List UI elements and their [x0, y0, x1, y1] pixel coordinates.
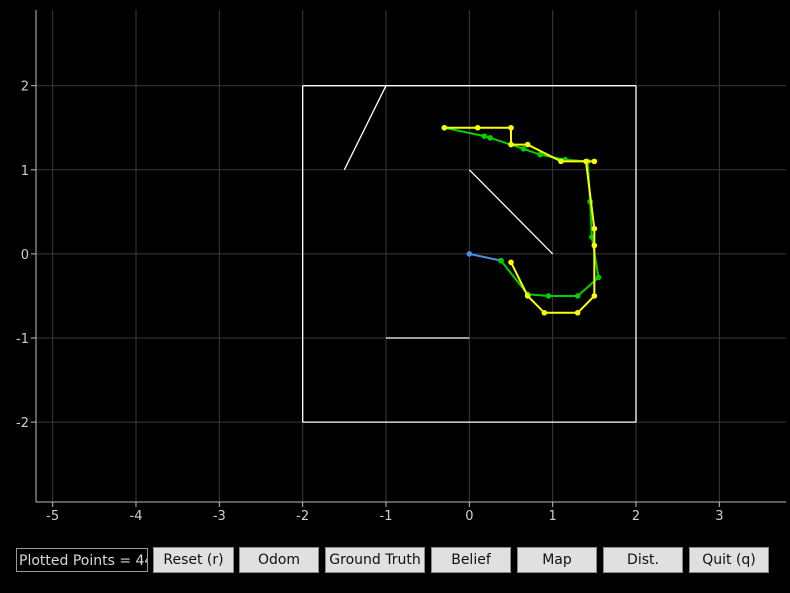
series-point	[487, 135, 493, 141]
series-point	[474, 124, 481, 131]
odom-button[interactable]: Odom	[239, 547, 319, 573]
series-line	[469, 252, 502, 262]
series-point	[583, 158, 589, 165]
x-tick-label: 2	[632, 509, 640, 524]
map-wall-segment	[343, 85, 387, 171]
plot-grid	[36, 10, 786, 502]
trajectory-plot[interactable]: -5 -4 -3 -2 -1 0 1 2 3 2 1 0 -1 -2	[0, 0, 790, 543]
x-tick-label: 1	[549, 509, 557, 524]
series-point	[508, 124, 514, 131]
series-point	[558, 158, 564, 165]
map-wall-segment	[468, 169, 554, 255]
ground-truth-button[interactable]: Ground Truth	[325, 547, 425, 573]
series-point	[481, 133, 488, 139]
x-tick-label: 3	[715, 509, 723, 524]
trajectory-series	[441, 124, 602, 316]
plot-axes	[35, 10, 786, 503]
series-point	[591, 225, 598, 232]
y-tick-label: 2	[21, 80, 29, 95]
x-tick-label: -4	[130, 509, 143, 524]
series-point	[508, 259, 514, 266]
y-tick-label: -2	[16, 416, 29, 431]
quit-button[interactable]: Quit (q)	[689, 547, 769, 573]
series-point	[441, 124, 448, 131]
series-point	[520, 145, 527, 152]
series-point	[574, 309, 581, 316]
plotted-points-counter: Plotted Points = 44	[16, 548, 148, 572]
series-point	[524, 141, 531, 148]
series-point	[595, 274, 602, 281]
dist-button[interactable]: Dist.	[603, 547, 683, 573]
series-point	[591, 293, 598, 299]
y-tick-label: -1	[16, 332, 29, 347]
series-point	[466, 251, 473, 257]
x-tick-label: -2	[296, 509, 309, 524]
x-tick-label: 0	[465, 509, 473, 524]
series-point	[541, 309, 548, 316]
series-line	[444, 126, 600, 297]
series-point	[574, 293, 581, 299]
map-button[interactable]: Map	[517, 547, 597, 573]
y-tick-label: 0	[21, 248, 29, 263]
series-point	[498, 257, 504, 264]
control-toolbar: Plotted Points = 44 Reset (r) Odom Groun…	[0, 543, 790, 593]
x-tick-label: -3	[213, 509, 226, 524]
series-point	[591, 158, 598, 165]
y-axis-ticks: 2 1 0 -1 -2	[16, 80, 36, 431]
reset-button[interactable]: Reset (r)	[153, 547, 234, 573]
x-axis-ticks: -5 -4 -3 -2 -1 0 1 2 3	[46, 502, 723, 524]
series-point	[508, 141, 514, 148]
x-tick-label: -1	[380, 509, 393, 524]
x-tick-label: -5	[46, 509, 59, 524]
series-point	[524, 293, 531, 299]
series-point	[591, 242, 598, 249]
belief-button[interactable]: Belief	[431, 547, 511, 573]
series-point	[545, 293, 552, 299]
y-tick-label: 1	[21, 164, 29, 179]
